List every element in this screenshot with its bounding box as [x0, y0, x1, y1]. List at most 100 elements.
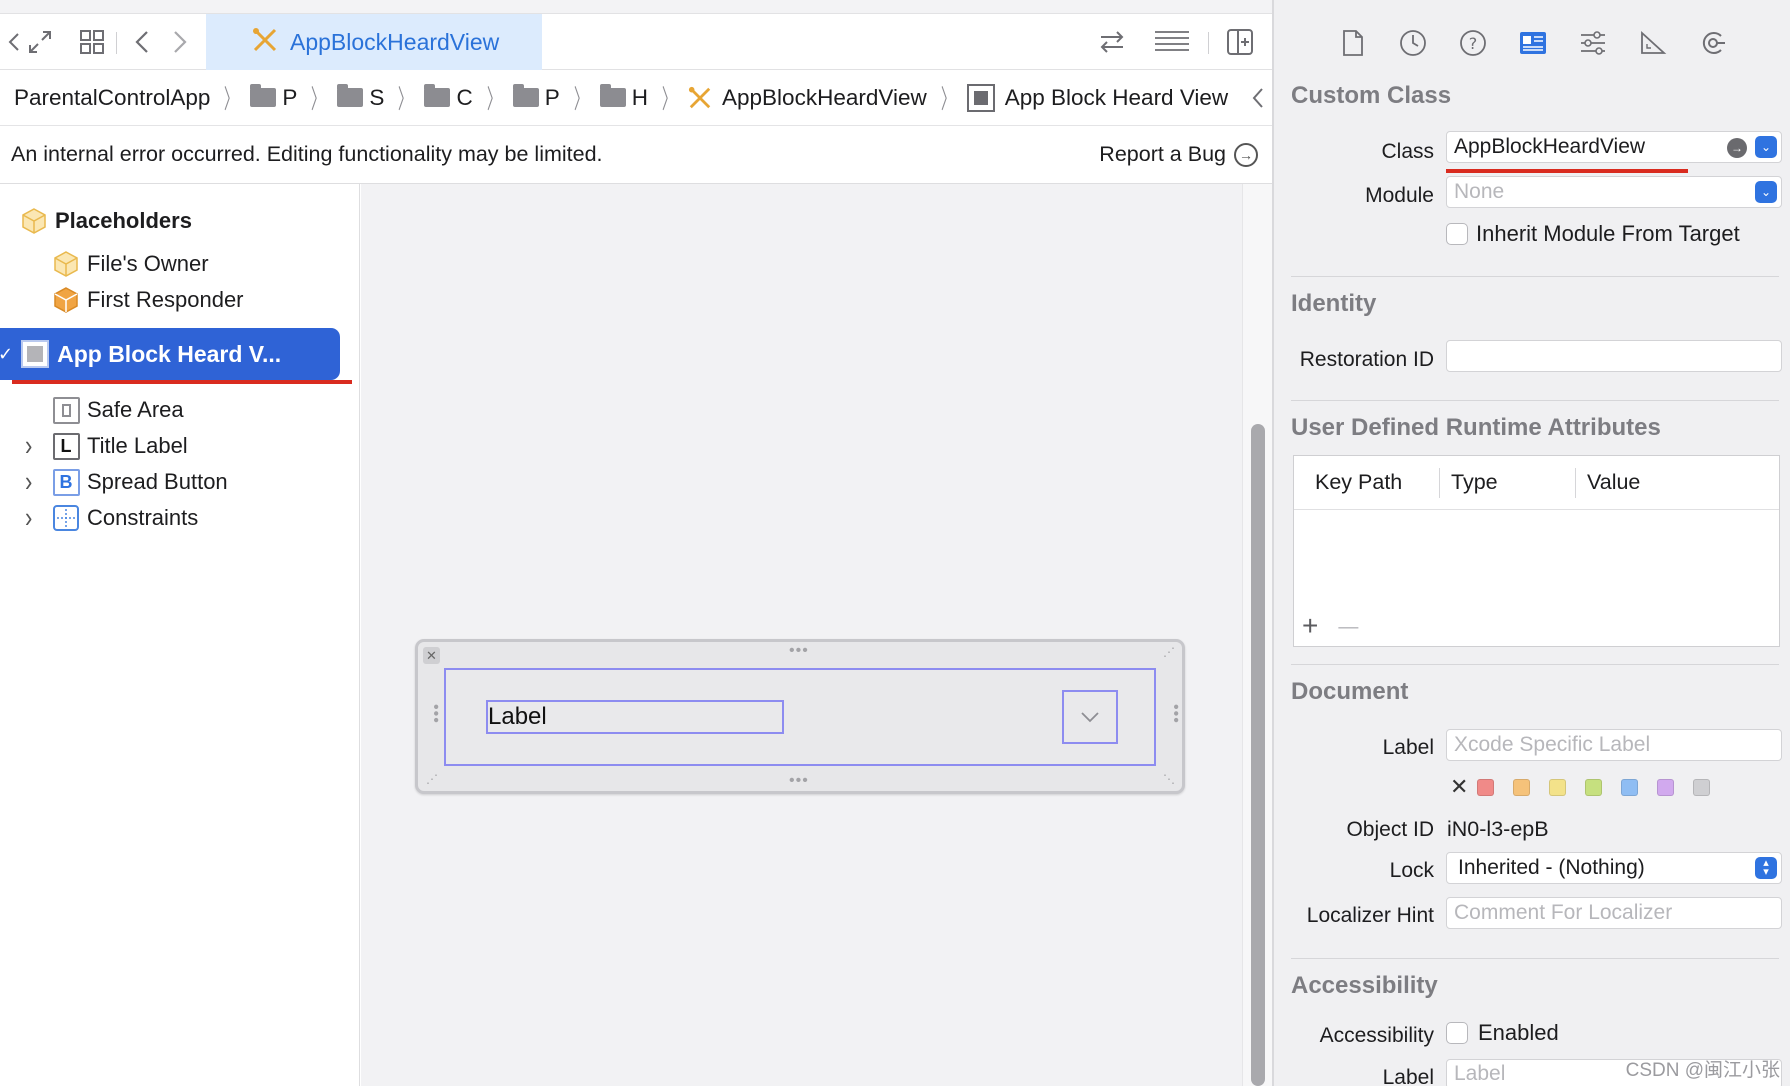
label-color-swatch[interactable]: [1477, 779, 1494, 796]
help-inspector-icon[interactable]: ?: [1457, 27, 1489, 59]
interface-builder-canvas[interactable]: ✕ ••• ••• ••• ••• ⋰ ⋰ ⋱ Label: [361, 184, 1242, 1086]
checkmark-icon: ✓: [0, 343, 14, 364]
folder-icon: [424, 84, 451, 107]
folder-icon: [512, 84, 539, 107]
go-to-class-icon[interactable]: →: [1727, 138, 1747, 158]
module-field[interactable]: None ⌄: [1446, 176, 1782, 208]
document-outline: Placeholders File's Owner First Responde…: [0, 184, 360, 1086]
history-inspector-icon[interactable]: [1397, 27, 1429, 59]
back-icon[interactable]: [128, 28, 156, 56]
previous-issue-icon[interactable]: [1252, 87, 1264, 109]
column-header-value[interactable]: Value: [1587, 470, 1640, 495]
jump-bar-folder[interactable]: C: [424, 84, 473, 111]
lock-label: Lock: [1389, 859, 1434, 882]
forward-icon[interactable]: [166, 28, 194, 56]
outline-constraints[interactable]: › Constraints: [25, 501, 198, 535]
accessibility-enabled-label: Enabled: [1478, 1020, 1559, 1045]
folder-icon: [599, 84, 626, 107]
resize-handle-icon[interactable]: •••: [789, 772, 809, 790]
outline-files-owner[interactable]: File's Owner: [52, 247, 209, 281]
outline-first-responder[interactable]: First Responder: [52, 283, 244, 317]
placeholder-cube-icon: [20, 207, 48, 235]
jump-bar-folder[interactable]: H: [599, 84, 648, 111]
localizer-hint-field[interactable]: Comment For Localizer: [1446, 897, 1782, 929]
corner-handle-icon[interactable]: ⋰: [1163, 645, 1176, 659]
label-color-swatch[interactable]: [1693, 779, 1710, 796]
outline-title-label[interactable]: › L Title Label: [25, 429, 188, 463]
jump-bar-folder[interactable]: P: [250, 84, 297, 111]
remove-attribute-button[interactable]: —: [1338, 616, 1358, 642]
jump-bar-file[interactable]: AppBlockHeardView: [688, 85, 927, 111]
jump-bar-object[interactable]: App Block Heard View: [966, 83, 1228, 112]
arrow-right-circle-icon: →: [1234, 142, 1258, 167]
module-label: Module: [1365, 184, 1434, 207]
xib-file-icon: [688, 86, 712, 110]
folder-icon: [337, 84, 364, 107]
chevron-down-icon[interactable]: ⌄: [1755, 136, 1777, 158]
disclosure-triangle-icon[interactable]: ›: [25, 429, 32, 463]
outline-safe-area[interactable]: Safe Area: [52, 393, 184, 427]
close-icon[interactable]: ✕: [423, 647, 440, 664]
tab-appblockheardview[interactable]: AppBlockHeardView: [206, 14, 542, 70]
section-title-document: Document: [1291, 678, 1409, 705]
add-attribute-button[interactable]: +: [1302, 610, 1318, 642]
corner-handle-icon[interactable]: ⋱: [1163, 772, 1176, 786]
title-label[interactable]: Label: [486, 700, 784, 734]
scrollbar-thumb[interactable]: [1251, 424, 1265, 1086]
file-inspector-icon[interactable]: [1337, 27, 1369, 59]
identity-inspector-icon[interactable]: [1517, 27, 1549, 59]
canvas-vertical-scrollbar[interactable]: [1242, 184, 1272, 1086]
column-header-key-path[interactable]: Key Path: [1315, 470, 1402, 495]
chevron-down-icon[interactable]: ⌄: [1755, 181, 1777, 203]
document-label-field[interactable]: Xcode Specific Label: [1446, 729, 1782, 761]
report-bug-button[interactable]: Report a Bug →: [1099, 142, 1258, 167]
jump-bar-project[interactable]: ParentalControlApp: [14, 85, 210, 111]
column-separator: [1439, 468, 1440, 498]
text-lines-icon[interactable]: [1152, 28, 1192, 56]
column-header-type[interactable]: Type: [1451, 470, 1498, 495]
jump-bar-folder[interactable]: P: [512, 84, 560, 111]
add-editor-icon[interactable]: [1226, 28, 1254, 56]
spread-button[interactable]: [1062, 690, 1118, 744]
corner-handle-icon[interactable]: ⋰: [426, 772, 439, 786]
inherit-module-checkbox[interactable]: [1446, 223, 1468, 245]
tab-bar: AppBlockHeardView: [0, 14, 1272, 70]
chevron-right-icon: 〉: [940, 84, 955, 114]
jump-bar-folder[interactable]: S: [337, 84, 384, 111]
grid-layout-icon[interactable]: [78, 28, 106, 56]
size-inspector-icon[interactable]: [1637, 27, 1669, 59]
error-message: An internal error occurred. Editing func…: [11, 142, 603, 166]
app-block-heard-view[interactable]: ✕ ••• ••• ••• ••• ⋰ ⋰ ⋱ Label: [415, 639, 1185, 794]
label-color-swatch[interactable]: [1513, 779, 1530, 796]
attributes-inspector-icon[interactable]: [1577, 27, 1609, 59]
label-color-swatch[interactable]: [1621, 779, 1638, 796]
section-divider: [1291, 276, 1779, 277]
outline-spread-button[interactable]: › B Spread Button: [25, 465, 228, 499]
accessibility-enabled-checkbox[interactable]: [1446, 1022, 1468, 1044]
resize-handle-icon[interactable]: •••: [1166, 704, 1184, 724]
section-title-accessibility: Accessibility: [1291, 972, 1438, 999]
resize-handle-icon[interactable]: •••: [789, 642, 809, 660]
editor-area: AppBlockHeardView ParentalControlApp 〉 P…: [0, 0, 1272, 1086]
label-color-swatch[interactable]: [1549, 779, 1566, 796]
label-color-swatch[interactable]: [1585, 779, 1602, 796]
updown-chevron-icon[interactable]: ▴ ▾: [1755, 857, 1777, 879]
clear-color-button[interactable]: ✕: [1450, 774, 1468, 800]
section-title-custom-class: Custom Class: [1291, 82, 1452, 109]
toolbar-divider: [116, 32, 117, 54]
sidebar-toggle-icon[interactable]: [0, 28, 28, 56]
resize-handle-icon[interactable]: •••: [426, 704, 444, 724]
runtime-attributes-table[interactable]: Key Path Type Value + —: [1293, 455, 1780, 647]
swap-icon[interactable]: [1098, 28, 1126, 56]
disclosure-triangle-icon[interactable]: ›: [25, 501, 32, 535]
class-field[interactable]: AppBlockHeardView → ⌄: [1446, 131, 1782, 163]
connections-inspector-icon[interactable]: [1697, 27, 1729, 59]
disclosure-triangle-icon[interactable]: ›: [25, 465, 32, 499]
view-content-bounds[interactable]: Label: [444, 668, 1156, 766]
outline-placeholders[interactable]: Placeholders: [20, 204, 192, 238]
outline-selected-view[interactable]: ✓ App Block Heard V...: [0, 328, 340, 380]
lock-popup[interactable]: Inherited - (Nothing) ▴ ▾: [1446, 852, 1782, 884]
label-color-swatch[interactable]: [1657, 779, 1674, 796]
restoration-id-field[interactable]: [1446, 340, 1782, 372]
expand-icon[interactable]: [26, 28, 54, 56]
